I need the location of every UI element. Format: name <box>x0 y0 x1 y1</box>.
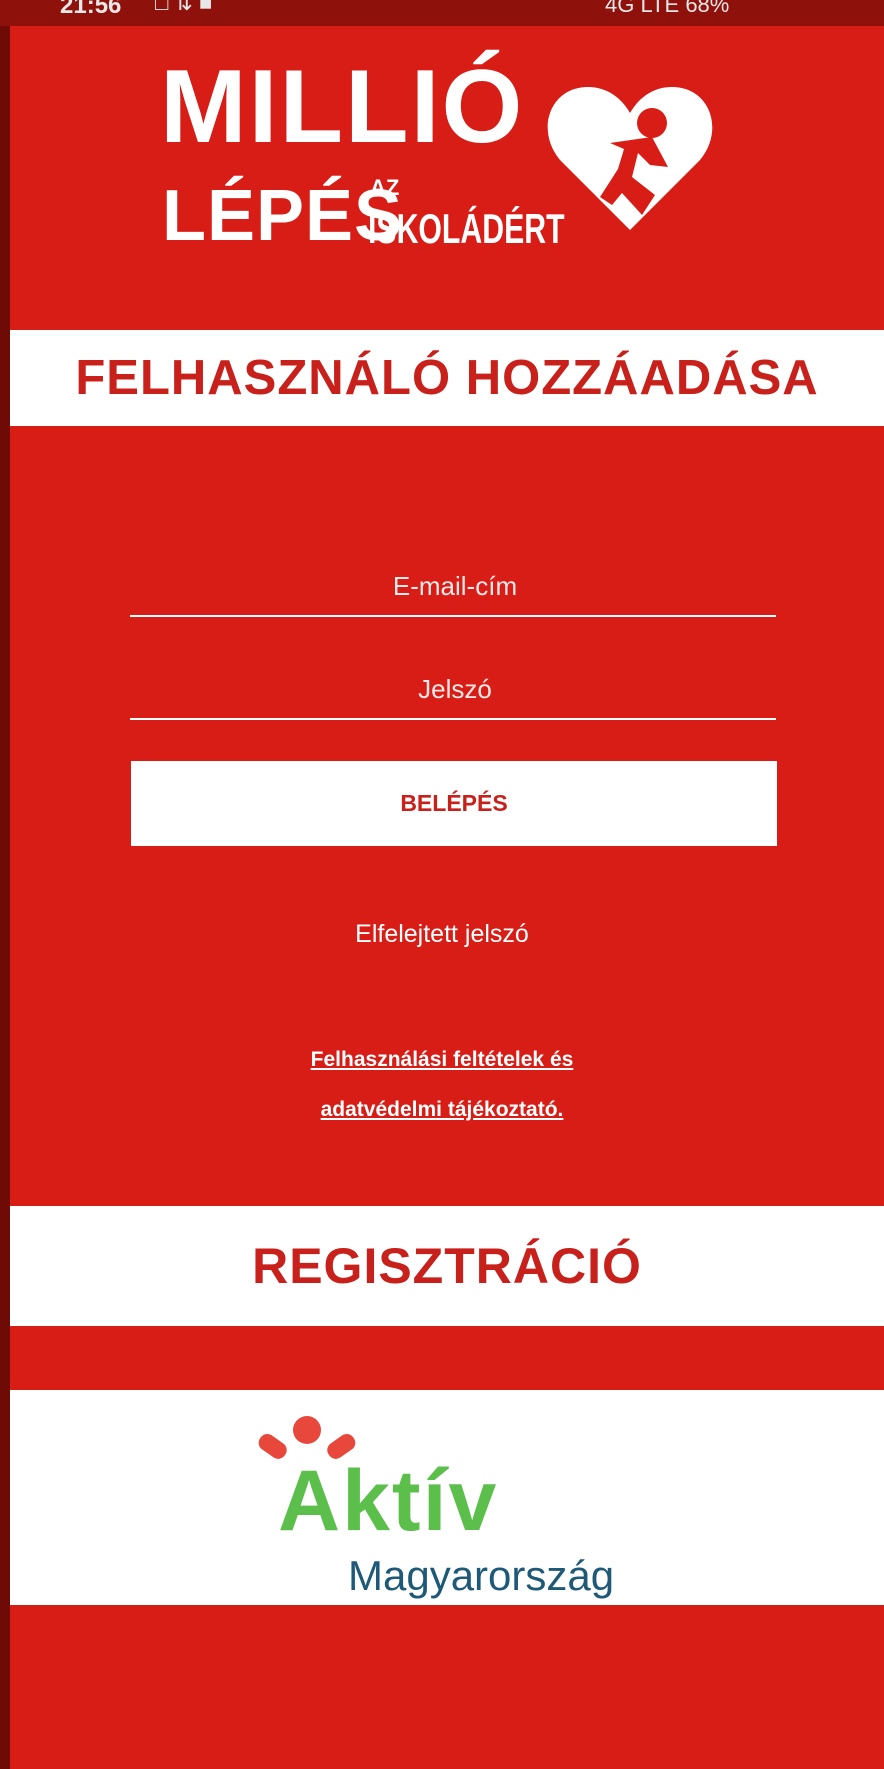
sponsor-band: Aktív Magyarország <box>10 1390 884 1605</box>
network-label: 4G LTE <box>605 0 680 17</box>
notification-icons: □ ⇅ ■ <box>155 0 213 15</box>
app-logo: MILLIÓ LÉPÉS AZ ISKOLÁDÉRT <box>160 55 760 255</box>
aktiv-word: Aktív <box>278 1453 499 1549</box>
password-input[interactable] <box>130 658 780 720</box>
email-input[interactable] <box>130 555 780 617</box>
terms-link-line-1[interactable]: Felhasználási feltételek és <box>0 1035 884 1085</box>
forgot-password-link[interactable]: Elfelejtett jelszó <box>0 920 884 949</box>
register-label: REGISZTRÁCIÓ <box>252 1238 642 1294</box>
terms-links: Felhasználási feltételek és adatvédelmi … <box>0 1035 884 1135</box>
heart-runner-icon <box>547 87 713 230</box>
logo-line-1: MILLIÓ <box>160 49 525 165</box>
aktiv-subtitle: Magyarország <box>348 1552 615 1599</box>
terms-link-line-2[interactable]: adatvédelmi tájékoztató. <box>0 1085 884 1135</box>
page-title: FELHASZNÁLÓ HOZZÁADÁSA <box>75 351 819 405</box>
status-right: 4G LTE 68% <box>605 0 729 18</box>
logo-small-bottom: ISKOLÁDÉRT <box>368 205 565 252</box>
logo-small-top: AZ <box>370 175 400 200</box>
status-bar: 21:56 □ ⇅ ■ 4G LTE 68% <box>0 0 884 26</box>
register-button[interactable]: REGISZTRÁCIÓ <box>10 1206 884 1326</box>
status-time: 21:56 <box>60 0 122 19</box>
login-button[interactable]: BELÉPÉS <box>131 761 777 846</box>
logo-line-2: LÉPÉS <box>162 176 404 256</box>
aktiv-magyarorszag-logo: Aktív Magyarország <box>250 1410 670 1600</box>
battery-level: 68% <box>685 0 730 17</box>
left-edge <box>0 0 10 1769</box>
page-title-band: FELHASZNÁLÓ HOZZÁADÁSA <box>10 330 884 426</box>
email-field[interactable] <box>130 555 780 617</box>
password-field[interactable] <box>130 658 780 720</box>
